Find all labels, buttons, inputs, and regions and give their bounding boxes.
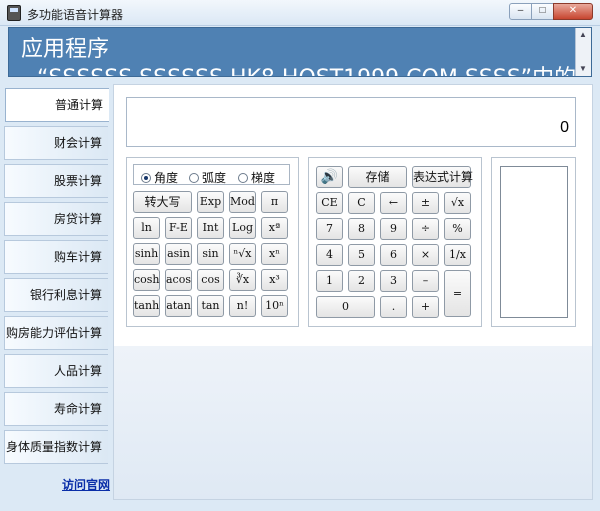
ce-button[interactable]: CE <box>316 192 343 214</box>
sinh-button[interactable]: sinh <box>133 243 160 265</box>
speaker-icon[interactable]: 🔊 <box>316 166 343 188</box>
visit-website-link[interactable]: 访问官网 <box>62 476 110 493</box>
add-button[interactable]: + <box>412 296 439 318</box>
notice-banner: 应用程序 “SSSSSS SSSSSS HK8 HOST1999 COM SSS… <box>8 27 592 77</box>
tan-button[interactable]: tan <box>197 295 224 317</box>
digit-8-button[interactable]: 8 <box>348 218 375 240</box>
equals-button[interactable]: = <box>444 270 471 317</box>
maximize-button[interactable]: □ <box>531 3 554 20</box>
radio-radian[interactable]: 弧度 <box>189 169 226 186</box>
x-cubed-button[interactable]: x³ <box>261 269 288 291</box>
backspace-button[interactable]: ← <box>380 192 407 214</box>
digit-5-button[interactable]: 5 <box>348 244 375 266</box>
sidebar-item-affordability[interactable]: 购房能力评估计算 <box>4 316 108 350</box>
sin-button[interactable]: sin <box>197 243 224 265</box>
asin-button[interactable]: asin <box>165 243 192 265</box>
banner-line-2: “SSSSSS SSSSSS HK8 HOST1999 COM SSSS”中的 <box>37 60 576 76</box>
nth-root-button[interactable]: ⁿ√x <box>229 243 256 265</box>
digit-0-button[interactable]: 0 <box>316 296 375 318</box>
x-pow-n-button[interactable]: xⁿ <box>261 243 288 265</box>
to-uppercase-button[interactable]: 转大写 <box>133 191 192 213</box>
window-title: 多功能语音计算器 <box>27 8 124 22</box>
radio-gradian[interactable]: 梯度 <box>238 169 275 186</box>
banner-scrollbar[interactable]: ▲ ▼ <box>575 28 591 76</box>
digit-1-button[interactable]: 1 <box>316 270 343 292</box>
subtract-button[interactable]: – <box>412 270 439 292</box>
history-list[interactable] <box>500 166 568 318</box>
digit-3-button[interactable]: 3 <box>380 270 407 292</box>
calculator-icon <box>7 5 21 21</box>
atan-button[interactable]: atan <box>165 295 192 317</box>
int-button[interactable]: Int <box>197 217 224 239</box>
cos-button[interactable]: cos <box>197 269 224 291</box>
banner-line-1: 应用程序 <box>21 37 110 62</box>
radio-icon <box>238 173 248 183</box>
negate-button[interactable]: ± <box>412 192 439 214</box>
title-bar: 多功能语音计算器 – □ ✕ <box>0 0 600 26</box>
minimize-button[interactable]: – <box>509 3 532 20</box>
exp-button[interactable]: Exp <box>197 191 224 213</box>
divide-button[interactable]: ÷ <box>412 218 439 240</box>
multiply-button[interactable]: × <box>412 244 439 266</box>
expression-calc-button[interactable]: 表达式计算 <box>412 166 473 188</box>
pi-button[interactable]: π <box>261 191 288 213</box>
digit-4-button[interactable]: 4 <box>316 244 343 266</box>
scroll-up-icon[interactable]: ▲ <box>579 30 587 39</box>
sidebar-item-character[interactable]: 人品计算 <box>4 354 108 388</box>
tanh-button[interactable]: tanh <box>133 295 160 317</box>
digit-7-button[interactable]: 7 <box>316 218 343 240</box>
digit-2-button[interactable]: 2 <box>348 270 375 292</box>
sidebar-item-interest[interactable]: 银行利息计算 <box>4 278 108 312</box>
percent-button[interactable]: % <box>444 218 471 240</box>
x-pow-a-button[interactable]: xª <box>261 217 288 239</box>
sidebar-item-normal[interactable]: 普通计算 <box>5 88 109 122</box>
sidebar-item-car[interactable]: 购车计算 <box>4 240 108 274</box>
sidebar-item-bmi[interactable]: 身体质量指数计算 <box>4 430 108 464</box>
main-panel-footer <box>113 346 593 500</box>
log-button[interactable]: Log <box>229 217 256 239</box>
radio-degree[interactable]: 角度 <box>141 169 178 186</box>
ln-button[interactable]: ln <box>133 217 160 239</box>
ten-pow-n-button[interactable]: 10ⁿ <box>261 295 288 317</box>
cube-root-button[interactable]: ∛x <box>229 269 256 291</box>
store-button[interactable]: 存储 <box>348 166 407 188</box>
scroll-down-icon[interactable]: ▼ <box>579 64 587 73</box>
mod-button[interactable]: Mod <box>229 191 256 213</box>
sqrt-button[interactable]: √x <box>444 192 471 214</box>
sidebar-item-stock[interactable]: 股票计算 <box>4 164 108 198</box>
cosh-button[interactable]: cosh <box>133 269 160 291</box>
sidebar-item-lifespan[interactable]: 寿命计算 <box>4 392 108 426</box>
digit-9-button[interactable]: 9 <box>380 218 407 240</box>
display-value: 0 <box>560 119 569 136</box>
close-button[interactable]: ✕ <box>553 3 593 20</box>
fe-button[interactable]: F-E <box>165 217 192 239</box>
reciprocal-button[interactable]: 1/x <box>444 244 471 266</box>
factorial-button[interactable]: n! <box>229 295 256 317</box>
radio-icon <box>189 173 199 183</box>
sidebar-item-accounting[interactable]: 财会计算 <box>4 126 108 160</box>
sidebar-item-mortgage[interactable]: 房贷计算 <box>4 202 108 236</box>
decimal-button[interactable]: . <box>380 296 407 318</box>
radio-selected-icon <box>141 173 151 183</box>
angle-mode-group: 角度 弧度 梯度 <box>133 164 290 185</box>
acos-button[interactable]: acos <box>165 269 192 291</box>
clear-button[interactable]: C <box>348 192 375 214</box>
result-display: 0 <box>126 97 576 147</box>
digit-6-button[interactable]: 6 <box>380 244 407 266</box>
